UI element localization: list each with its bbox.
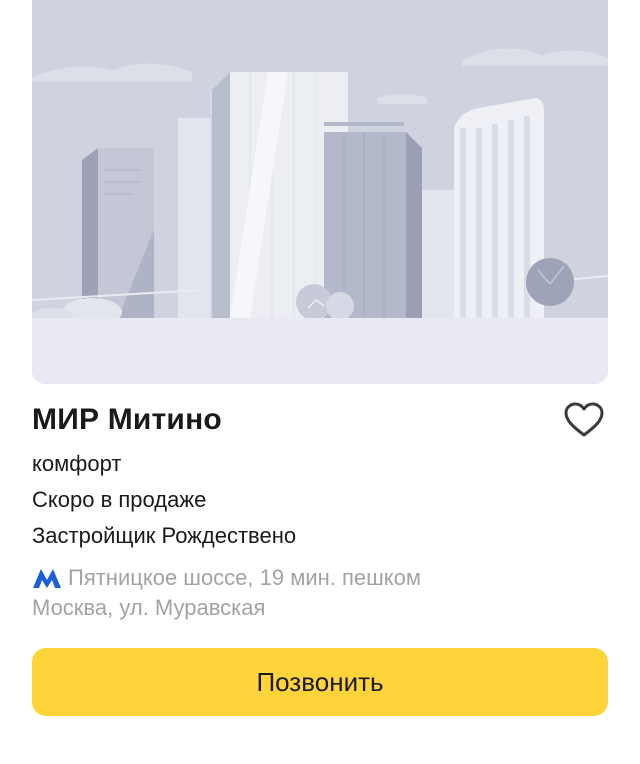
complex-illustration[interactable] [32, 0, 608, 384]
housing-class: комфорт [32, 451, 122, 476]
metro-m-icon [33, 569, 61, 588]
metro-info: Пятницкое шоссе, 19 мин. пешком [32, 564, 421, 592]
complex-title[interactable]: МИР Митино [32, 400, 222, 440]
developer-name: Застройщик Рождествено [32, 523, 297, 548]
heart-outline-icon [564, 402, 604, 437]
address: Москва, ул. Муравская [32, 595, 266, 620]
sale-status: Скоро в продаже [32, 487, 207, 512]
favorite-button[interactable] [562, 398, 606, 442]
title-row: МИР Митино [32, 398, 608, 442]
city-buildings-image [32, 0, 608, 384]
call-button[interactable]: Позвонить [32, 648, 608, 716]
metro-station-text: Пятницкое шоссе, 19 мин. пешком [68, 565, 422, 590]
